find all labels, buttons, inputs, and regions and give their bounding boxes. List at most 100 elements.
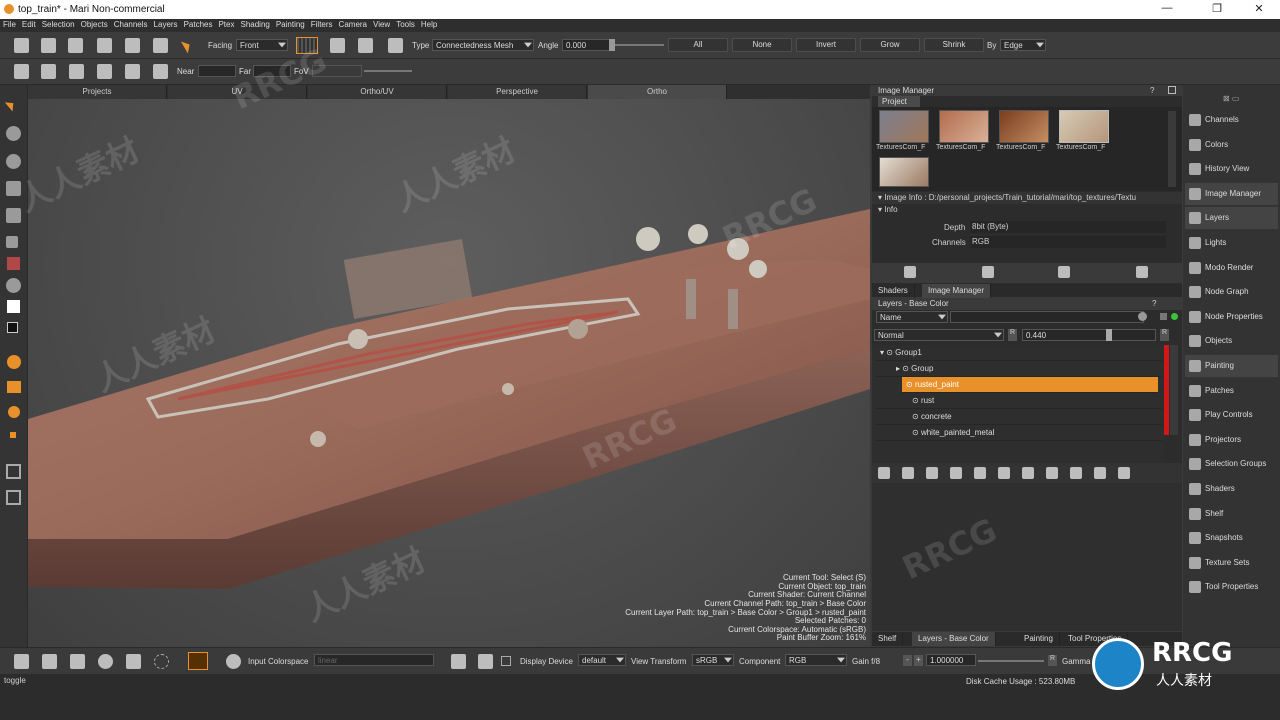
minimize-button[interactable]: —	[1152, 2, 1182, 17]
layer-row[interactable]: ⊙ concrete	[876, 409, 1162, 425]
filter-toggle-icon[interactable]	[1160, 313, 1167, 320]
gain-field[interactable]: 1.000000	[926, 654, 976, 666]
tab-shelf[interactable]: Shelf	[872, 632, 904, 646]
toggle-checkbox[interactable]	[501, 656, 511, 666]
type-dropdown[interactable]: Connectedness Mesh	[432, 39, 534, 51]
tab-ortho[interactable]: Ortho	[588, 85, 727, 99]
layer-scrollbar[interactable]	[1170, 345, 1178, 435]
palette-colors[interactable]: Colors	[1185, 134, 1278, 156]
save-project-icon[interactable]	[68, 38, 83, 53]
tab-projects[interactable]: Projects	[28, 85, 167, 99]
marquee-icon[interactable]	[6, 208, 21, 223]
image-thumbnail[interactable]	[879, 110, 929, 143]
gain-slider[interactable]	[978, 660, 1044, 662]
menu-ptex[interactable]: Ptex	[215, 19, 237, 30]
menu-painting[interactable]: Painting	[273, 19, 308, 30]
rotate-icon[interactable]	[98, 654, 113, 669]
object-select-icon[interactable]	[388, 38, 403, 53]
tab-ortho-uv[interactable]: Ortho/UV	[308, 85, 447, 99]
layer-row[interactable]: ⊙ white_painted_metal	[876, 425, 1162, 441]
image-thumbnail[interactable]	[1059, 110, 1109, 143]
menu-shading[interactable]: Shading	[237, 19, 272, 30]
palette-projectors[interactable]: Projectors	[1185, 429, 1278, 451]
archive-icon[interactable]	[97, 38, 112, 53]
delete-image-icon[interactable]	[1136, 266, 1148, 278]
face-select-icon[interactable]	[358, 38, 373, 53]
pan-icon[interactable]	[126, 654, 141, 669]
select-all-button[interactable]: All	[668, 38, 728, 52]
angle-slider[interactable]	[614, 44, 664, 46]
fov-field[interactable]	[312, 65, 362, 77]
circle-select-icon[interactable]	[154, 654, 169, 669]
layer-row-selected[interactable]: ⊙ rusted_paint	[902, 377, 1158, 393]
palette-shelf[interactable]: Shelf	[1185, 503, 1278, 525]
palette-snapshots[interactable]: Snapshots	[1185, 527, 1278, 549]
clear-search-icon[interactable]	[1138, 312, 1147, 321]
menu-tools[interactable]: Tools	[393, 19, 418, 30]
export-icon[interactable]	[125, 38, 140, 53]
palette-objects[interactable]: Objects	[1185, 330, 1278, 352]
menu-layers[interactable]: Layers	[151, 19, 181, 30]
opacity-reset-button[interactable]: R	[1008, 329, 1017, 341]
help-icon[interactable]: ?	[1152, 299, 1156, 308]
down-arrow-icon[interactable]	[70, 654, 85, 669]
menu-view[interactable]: View	[370, 19, 393, 30]
palette-image-manager[interactable]: Image Manager	[1185, 183, 1278, 205]
palette-tool-properties[interactable]: Tool Properties	[1185, 576, 1278, 598]
float-panel-icon[interactable]	[1168, 86, 1176, 94]
help-icon[interactable]: ?	[1150, 86, 1154, 95]
tab-perspective[interactable]: Perspective	[448, 85, 587, 99]
background-color-swatch[interactable]	[7, 300, 20, 313]
blend-mode-dropdown[interactable]: Normal	[874, 329, 1004, 341]
paint-dot-icon[interactable]	[10, 432, 16, 438]
export-image-icon[interactable]	[982, 266, 994, 278]
flag-icon[interactable]	[125, 64, 140, 79]
shrink-button[interactable]: Shrink	[924, 38, 984, 52]
close-button[interactable]: ✕	[1244, 2, 1274, 17]
paint-bucket-icon[interactable]	[8, 406, 20, 418]
palette-play-controls[interactable]: Play Controls	[1185, 404, 1278, 426]
tab-layers-base-color[interactable]: Layers - Base Color	[912, 632, 996, 646]
layer-row[interactable]: ▾ ⊙ Group1	[876, 345, 1162, 361]
tab-uv[interactable]: UV	[168, 85, 307, 99]
palette-channels[interactable]: Channels	[1185, 109, 1278, 131]
menu-edit[interactable]: Edit	[19, 19, 39, 30]
grid-tool-icon[interactable]	[6, 181, 21, 196]
tab-shaders[interactable]: Shaders	[872, 284, 915, 298]
menu-objects[interactable]: Objects	[78, 19, 111, 30]
thumbnail-scrollbar[interactable]	[1168, 111, 1176, 187]
grid-icon[interactable]	[69, 64, 84, 79]
palette-node-graph[interactable]: Node Graph	[1185, 281, 1278, 303]
menu-selection[interactable]: Selection	[39, 19, 78, 30]
curve-icon[interactable]	[478, 654, 493, 669]
default-colors-icon[interactable]	[7, 322, 18, 333]
menu-help[interactable]: Help	[418, 19, 440, 30]
layer-search-input[interactable]	[950, 311, 1144, 323]
foreground-color-swatch[interactable]	[7, 257, 20, 270]
new-project-icon[interactable]	[14, 38, 29, 53]
open-project-icon[interactable]	[41, 38, 56, 53]
menu-channels[interactable]: Channels	[111, 19, 151, 30]
display-device-dropdown[interactable]: default	[578, 654, 626, 666]
hex-toggle-icon[interactable]	[188, 652, 208, 670]
component-dropdown[interactable]: RGB	[785, 654, 847, 666]
angle-slider-handle[interactable]	[609, 39, 615, 51]
facing-dropdown[interactable]: Front	[236, 39, 288, 51]
by-dropdown[interactable]: Edge	[1000, 39, 1046, 51]
palette-painting[interactable]: Painting	[1185, 355, 1278, 377]
lasso-tool-icon[interactable]	[6, 154, 21, 169]
palette-selection-groups[interactable]: Selection Groups	[1185, 453, 1278, 475]
target-icon[interactable]	[6, 126, 21, 141]
swap-colors-icon[interactable]	[6, 278, 21, 293]
merge-icon[interactable]	[1046, 467, 1058, 479]
camera-view-icon[interactable]	[1058, 266, 1070, 278]
menu-file[interactable]: File	[0, 19, 19, 30]
light-icon[interactable]	[153, 64, 168, 79]
palette-modo-render[interactable]: Modo Render	[1185, 257, 1278, 279]
gain-increase-button[interactable]: +	[914, 655, 923, 666]
cube-icon[interactable]	[97, 64, 112, 79]
snapshot-icon[interactable]	[41, 64, 56, 79]
add-adjustment-icon[interactable]	[950, 467, 962, 479]
palette-texture-sets[interactable]: Texture Sets	[1185, 552, 1278, 574]
angle-field[interactable]: 0.000	[562, 39, 612, 51]
